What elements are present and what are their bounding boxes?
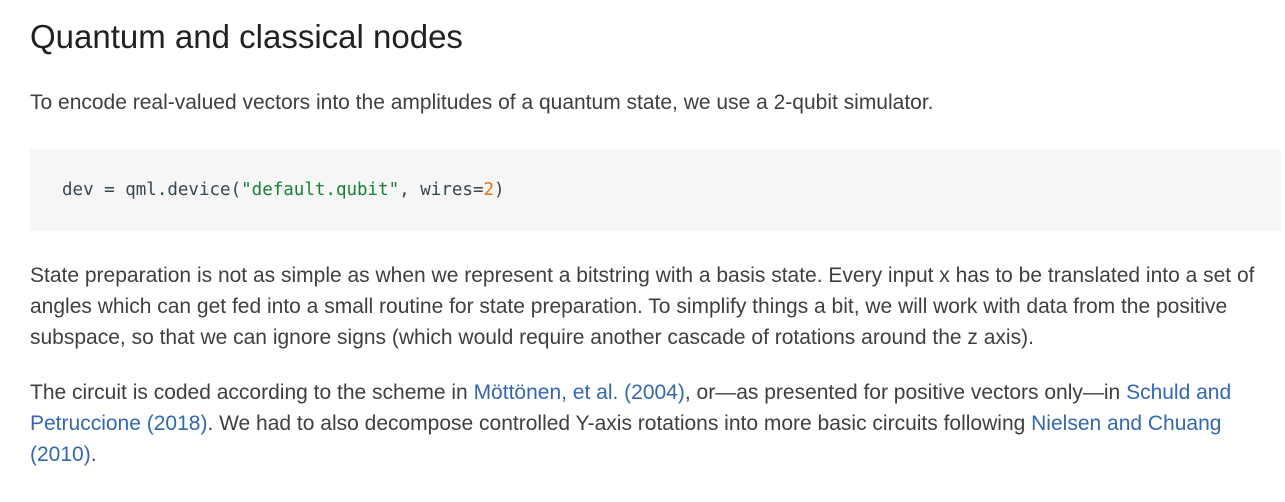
code-line: dev = qml.device("default.qubit", wires=… bbox=[62, 178, 505, 202]
section-heading: Quantum and classical nodes bbox=[30, 18, 463, 55]
code-block[interactable]: dev = qml.device("default.qubit", wires=… bbox=[30, 149, 1281, 231]
mottonen-link[interactable]: Möttönen, et al. (2004) bbox=[474, 381, 685, 404]
code-number: 2 bbox=[483, 180, 495, 200]
code-separator: , bbox=[399, 180, 421, 200]
circuit-text-1: The circuit is coded according to the sc… bbox=[30, 381, 474, 404]
circuit-text-4: . bbox=[90, 443, 97, 466]
circuit-text-2: , or—as presented for positive vectors o… bbox=[684, 381, 1127, 404]
code-string: "default.qubit" bbox=[241, 180, 400, 200]
circuit-paragraph: The circuit is coded according to the sc… bbox=[30, 377, 1285, 470]
code-keyword-eq: = bbox=[472, 180, 484, 200]
code-call: qml.device( bbox=[125, 180, 242, 200]
code-close-paren: ) bbox=[494, 180, 505, 200]
code-variable: dev bbox=[62, 180, 94, 200]
code-assign: = bbox=[93, 180, 126, 200]
circuit-text-3: . We had to also decompose controlled Y-… bbox=[207, 412, 1032, 435]
intro-paragraph: To encode real-valued vectors into the a… bbox=[30, 91, 934, 114]
code-keyword-arg: wires bbox=[420, 180, 473, 200]
state-preparation-paragraph: State preparation is not as simple as wh… bbox=[30, 264, 1255, 349]
